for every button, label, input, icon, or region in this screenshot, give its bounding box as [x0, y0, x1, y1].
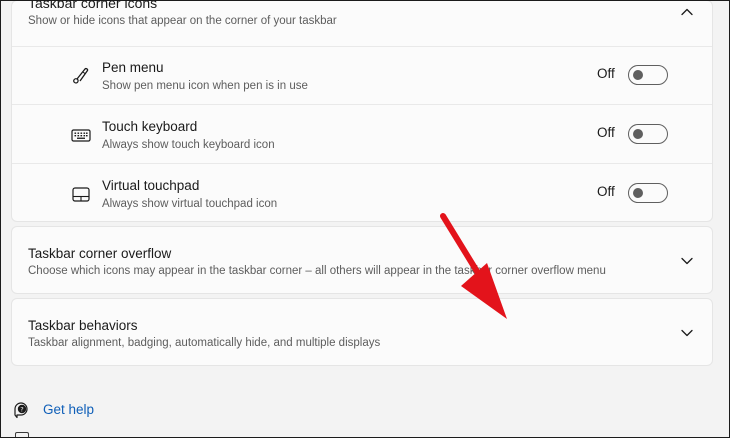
- taskbar-corner-overflow-card[interactable]: Taskbar corner overflow Choose which ico…: [11, 226, 713, 294]
- keyboard-icon: [70, 125, 92, 145]
- get-help-link[interactable]: Get help: [43, 402, 94, 417]
- touch-keyboard-toggle[interactable]: [628, 124, 668, 144]
- feedback-icon[interactable]: [15, 432, 29, 437]
- card-title: Taskbar behaviors: [28, 318, 138, 333]
- taskbar-corner-icons-group: Taskbar corner icons Show or hide icons …: [11, 1, 713, 223]
- toggle-state-label: Off: [597, 184, 615, 199]
- setting-row-pen-menu: Pen menu Show pen menu icon when pen is …: [12, 46, 712, 105]
- chevron-down-icon[interactable]: [680, 254, 694, 268]
- setting-title: Pen menu: [102, 60, 164, 75]
- setting-row-touch-keyboard: Touch keyboard Always show touch keyboar…: [12, 105, 712, 164]
- setting-description: Always show virtual touchpad icon: [102, 198, 278, 210]
- chevron-up-icon[interactable]: [680, 5, 694, 19]
- card-description: Taskbar alignment, badging, automaticall…: [28, 337, 381, 349]
- toggle-state-label: Off: [597, 66, 615, 81]
- toggle-knob: [633, 70, 643, 80]
- touchpad-icon: [70, 184, 92, 204]
- group-title: Taskbar corner icons: [28, 0, 158, 11]
- pen-icon: [70, 66, 92, 86]
- setting-title: Touch keyboard: [102, 119, 198, 134]
- settings-page: Taskbar corner icons Show or hide icons …: [0, 0, 730, 438]
- group-description: Show or hide icons that appear on the co…: [28, 15, 337, 27]
- virtual-touchpad-toggle[interactable]: [628, 183, 668, 203]
- taskbar-corner-icons-header[interactable]: Taskbar corner icons Show or hide icons …: [12, 1, 712, 47]
- card-title: Taskbar corner overflow: [28, 246, 172, 261]
- setting-title: Virtual touchpad: [102, 178, 200, 193]
- setting-description: Show pen menu icon when pen is in use: [102, 80, 308, 92]
- toggle-state-label: Off: [597, 125, 615, 140]
- chevron-down-icon[interactable]: [680, 326, 694, 340]
- card-description: Choose which icons may appear in the tas…: [28, 265, 606, 277]
- pen-menu-toggle[interactable]: [628, 65, 668, 85]
- toggle-knob: [633, 129, 643, 139]
- svg-text:?: ?: [20, 406, 23, 414]
- toggle-knob: [633, 188, 643, 198]
- setting-row-virtual-touchpad: Virtual touchpad Always show virtual tou…: [12, 164, 712, 223]
- taskbar-behaviors-card[interactable]: Taskbar behaviors Taskbar alignment, bad…: [11, 298, 713, 366]
- help-icon: ?: [13, 401, 31, 419]
- setting-description: Always show touch keyboard icon: [102, 139, 275, 151]
